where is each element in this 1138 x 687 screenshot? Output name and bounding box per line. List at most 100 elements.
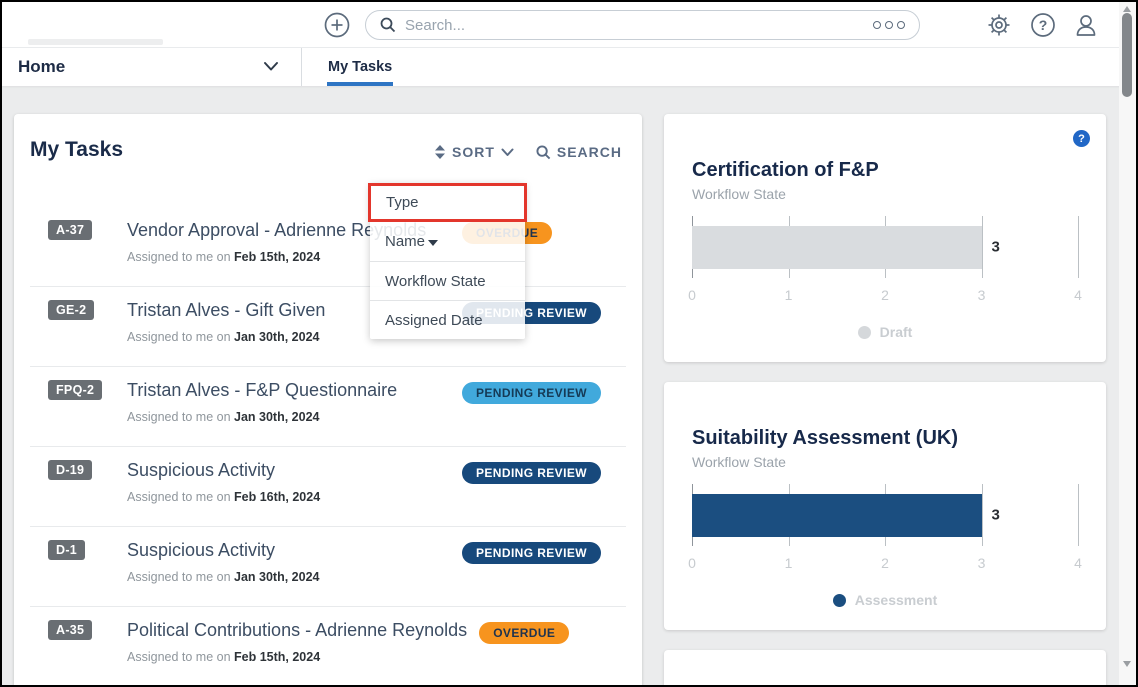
sort-dropdown-menu: Type Name Workflow State Assigned Date — [370, 183, 525, 339]
gridline — [982, 216, 983, 278]
sort-button[interactable]: SORT — [434, 144, 514, 160]
task-id-badge: A-35 — [48, 620, 92, 640]
task-id-badge: A-37 — [48, 220, 92, 240]
tasks-panel: My Tasks SORT — [14, 114, 642, 685]
task-id-badge: FPQ-2 — [48, 380, 102, 400]
vertical-scrollbar[interactable] — [1119, 2, 1136, 685]
help-icon[interactable]: ? — [1030, 12, 1056, 38]
tick-label: 4 — [1074, 287, 1082, 303]
main-content: My Tasks SORT — [2, 86, 1136, 685]
tick-label: 3 — [978, 287, 986, 303]
bar-value-label: 3 — [992, 507, 1000, 524]
task-assigned-date: Assigned to me on Feb 15th, 2024 — [127, 650, 467, 664]
chart-subtitle: Workflow State — [692, 186, 1078, 202]
tasks-panel-header: My Tasks SORT — [14, 114, 642, 162]
sort-menu-item[interactable]: Assigned Date — [370, 300, 525, 339]
legend-label: Assessment — [855, 592, 938, 608]
settings-gear-icon[interactable] — [986, 12, 1012, 38]
tick-label: 4 — [1074, 555, 1082, 571]
task-row[interactable]: FPQ-2 Tristan Alves - F&P Questionnaire … — [14, 367, 642, 446]
task-id-badge: D-1 — [48, 540, 85, 560]
task-id-badge: D-19 — [48, 460, 92, 480]
page-title: My Tasks — [30, 138, 123, 162]
legend-label: Draft — [880, 324, 913, 340]
tick-label: 2 — [881, 555, 889, 571]
bar-value-label: 3 — [992, 239, 1000, 256]
scroll-up-arrow-icon[interactable] — [1123, 6, 1131, 12]
task-title[interactable]: Political Contributions - Adrienne Reyno… — [127, 620, 467, 641]
logo-placeholder — [28, 39, 163, 45]
tick-label: 0 — [688, 555, 696, 571]
legend-dot-icon — [833, 594, 846, 607]
add-button[interactable] — [324, 12, 350, 38]
task-row[interactable]: GE-2 Tristan Alves - Gift Given Assigned… — [14, 287, 642, 366]
tick-label: 2 — [881, 287, 889, 303]
bar-chart: 3 — [692, 484, 1078, 546]
search-tasks-button[interactable]: SEARCH — [536, 144, 622, 160]
tick-label: 3 — [978, 555, 986, 571]
user-profile-icon[interactable] — [1072, 11, 1098, 37]
bar-chart: 3 — [692, 216, 1078, 278]
nav-home-dropdown[interactable]: Home — [2, 48, 301, 86]
task-assigned-date: Assigned to me on Jan 30th, 2024 — [127, 570, 450, 584]
chart-legend[interactable]: Draft — [692, 324, 1078, 340]
legend-dot-icon — [858, 326, 871, 339]
tick-label: 0 — [688, 287, 696, 303]
scroll-down-arrow-icon[interactable] — [1123, 661, 1131, 667]
task-row[interactable]: A-35 Political Contributions - Adrienne … — [14, 607, 642, 685]
chart-title: Certification of F&P — [692, 114, 1078, 182]
sort-direction-icon — [428, 240, 438, 246]
annotation-highlight-box[interactable]: Type — [368, 183, 527, 222]
status-badge: OVERDUE — [479, 622, 569, 644]
search-icon — [380, 17, 396, 33]
tab-my-tasks[interactable]: My Tasks — [327, 48, 393, 86]
active-tab-indicator — [327, 82, 393, 86]
task-id-badge: GE-2 — [48, 300, 94, 320]
chart-card: Suitability Assessment (UK) Workflow Sta… — [664, 382, 1106, 630]
chevron-down-icon — [501, 148, 514, 157]
global-search-input[interactable] — [405, 17, 873, 34]
task-row[interactable]: A-37 Vendor Approval - Adrienne Reynolds… — [14, 207, 642, 286]
gridline — [982, 484, 983, 546]
chart-legend[interactable]: Assessment — [692, 592, 1078, 608]
global-search[interactable] — [365, 10, 920, 40]
task-title[interactable]: Suspicious Activity — [127, 460, 450, 481]
task-row[interactable]: D-19 Suspicious Activity Assigned to me … — [14, 447, 642, 526]
navbar: Home My Tasks — [2, 48, 1136, 86]
app-window: ? Home My Tasks My Tasks — [0, 0, 1138, 687]
sort-menu-item[interactable]: Workflow State — [370, 261, 525, 300]
chart-subtitle: Workflow State — [692, 454, 1078, 470]
charts-column: ? Certification of F&P Workflow State 3 … — [664, 114, 1106, 685]
status-badge: PENDING REVIEW — [462, 382, 601, 404]
sort-menu-item[interactable]: Name — [370, 222, 525, 261]
task-list: A-37 Vendor Approval - Adrienne Reynolds… — [14, 207, 642, 685]
tick-label: 1 — [785, 287, 793, 303]
partial-chart-card — [664, 650, 1106, 685]
help-icon[interactable]: ? — [1073, 130, 1090, 147]
chevron-down-icon — [263, 60, 279, 72]
gridline — [1078, 216, 1079, 278]
svg-text:?: ? — [1039, 17, 1048, 33]
task-title[interactable]: Tristan Alves - F&P Questionnaire — [127, 380, 450, 401]
x-axis-ticks: 01234 — [692, 287, 1078, 303]
search-icon — [536, 145, 551, 160]
chart-title: Suitability Assessment (UK) — [692, 382, 1078, 450]
sort-icon — [434, 144, 446, 160]
search-options-dots-icon[interactable] — [873, 21, 905, 29]
plus-circle-icon — [324, 12, 350, 38]
task-title[interactable]: Suspicious Activity — [127, 540, 450, 561]
task-assigned-date: Assigned to me on Jan 30th, 2024 — [127, 410, 450, 424]
gridline — [1078, 484, 1079, 546]
nav-divider — [301, 48, 302, 86]
topbar: ? — [2, 2, 1136, 48]
status-badge: PENDING REVIEW — [462, 542, 601, 564]
scrollbar-thumb[interactable] — [1122, 13, 1132, 97]
chart-card: ? Certification of F&P Workflow State 3 … — [664, 114, 1106, 362]
chart-bar — [692, 226, 982, 269]
chart-bar — [692, 494, 982, 537]
status-badge: PENDING REVIEW — [462, 462, 601, 484]
task-row[interactable]: D-1 Suspicious Activity Assigned to me o… — [14, 527, 642, 606]
task-assigned-date: Assigned to me on Feb 16th, 2024 — [127, 490, 450, 504]
nav-home-label: Home — [18, 57, 65, 77]
x-axis-ticks: 01234 — [692, 555, 1078, 571]
